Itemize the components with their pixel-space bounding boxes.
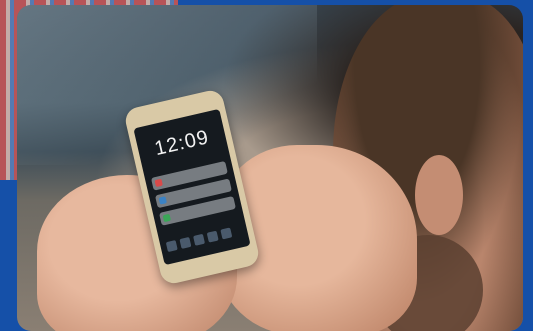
lock-screen-clock: 12:09	[152, 126, 212, 161]
app-icon	[165, 240, 178, 253]
mail-icon	[154, 178, 163, 188]
dock-icons	[165, 225, 243, 254]
app-icon	[206, 230, 219, 243]
app-icon	[179, 236, 192, 249]
app-icon	[193, 233, 206, 246]
app-icon	[220, 227, 233, 240]
phone-icon	[162, 213, 172, 223]
photo-card: 12:09	[17, 5, 523, 331]
person-ear	[415, 155, 463, 235]
message-icon	[158, 196, 167, 205]
